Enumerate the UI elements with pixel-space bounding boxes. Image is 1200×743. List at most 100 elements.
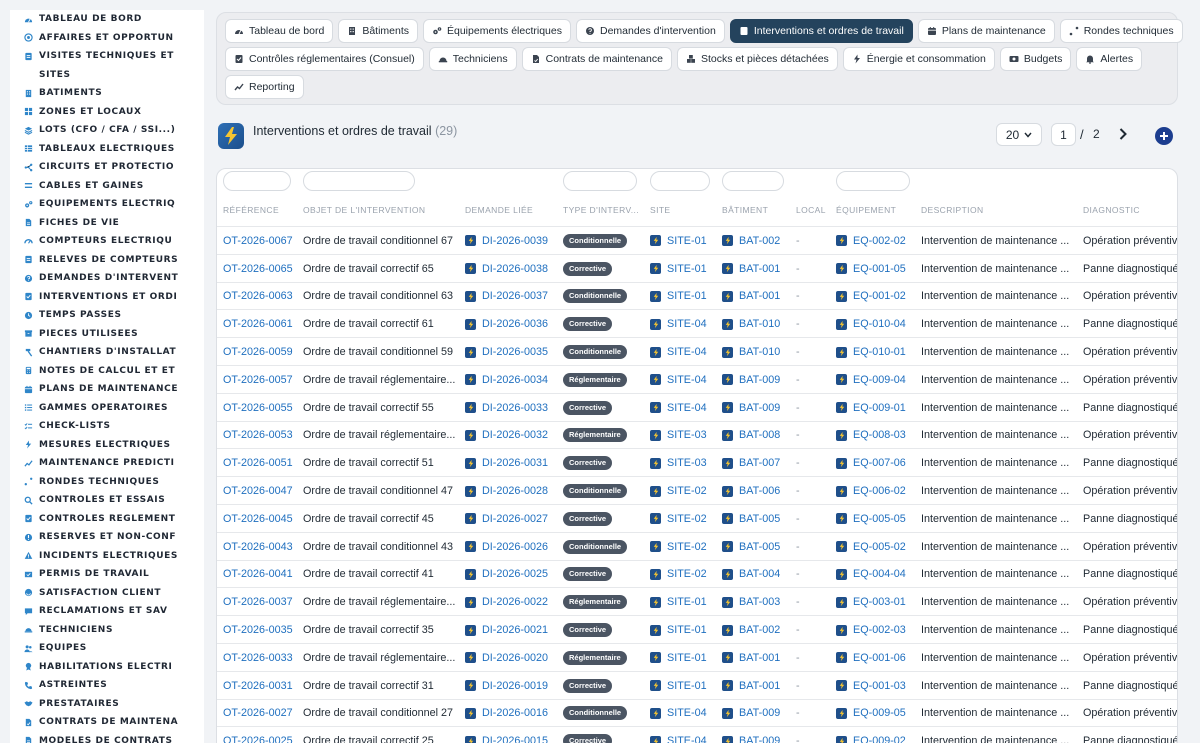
reference-link[interactable]: OT-2026-0061 xyxy=(223,318,293,330)
demande-link[interactable]: DI-2026-0034 xyxy=(482,374,548,386)
reference-link[interactable]: OT-2026-0027 xyxy=(223,707,293,719)
sidebar-item[interactable]: CIRCUITS ET PROTECTIO xyxy=(10,158,204,177)
site-link[interactable]: SITE-02 xyxy=(667,568,707,580)
sidebar-item[interactable]: PRESTATAIRES xyxy=(10,695,204,714)
sidebar-item[interactable]: DEMANDES D'INTERVENT xyxy=(10,269,204,288)
tab[interactable]: Contrôles réglementaires (Consuel) xyxy=(225,47,424,71)
tab[interactable]: Interventions et ordres de travail xyxy=(729,19,913,43)
sidebar-item[interactable]: FICHES DE VIE xyxy=(10,214,204,233)
reference-link[interactable]: OT-2026-0047 xyxy=(223,485,293,497)
table-row[interactable]: OT-2026-0025 Ordre de travail correctif 2… xyxy=(217,726,1177,743)
site-link[interactable]: SITE-03 xyxy=(667,457,707,469)
equipement-link[interactable]: EQ-009-02 xyxy=(853,735,906,743)
demande-link[interactable]: DI-2026-0027 xyxy=(482,513,548,525)
tab[interactable]: Budgets xyxy=(999,47,1072,71)
table-row[interactable]: OT-2026-0041 Ordre de travail correctif 4… xyxy=(217,559,1177,588)
sidebar-item[interactable]: TECHNICIENS xyxy=(10,621,204,640)
sidebar-item[interactable]: RÉCLAMATIONS ET SAV xyxy=(10,602,204,621)
batiment-link[interactable]: BAT-010 xyxy=(739,318,780,330)
reference-link[interactable]: OT-2026-0053 xyxy=(223,429,293,441)
equipement-link[interactable]: EQ-009-01 xyxy=(853,402,906,414)
add-intervention-button[interactable] xyxy=(1155,127,1173,145)
demande-link[interactable]: DI-2026-0036 xyxy=(482,318,548,330)
sidebar-item[interactable]: VISITES TECHNIQUES ET xyxy=(10,47,204,66)
column-header[interactable]: RÉFÉRENCE xyxy=(223,205,299,215)
column-header[interactable]: OBJET DE L'INTERVENTION xyxy=(303,205,461,215)
batiment-link[interactable]: BAT-004 xyxy=(739,568,780,580)
table-row[interactable]: OT-2026-0035 Ordre de travail correctif 3… xyxy=(217,615,1177,643)
batiment-link[interactable]: BAT-002 xyxy=(739,624,780,636)
demande-link[interactable]: DI-2026-0020 xyxy=(482,652,548,664)
reference-link[interactable]: OT-2026-0025 xyxy=(223,735,293,743)
demande-link[interactable]: DI-2026-0038 xyxy=(482,263,548,275)
table-row[interactable]: OT-2026-0065 Ordre de travail correctif 6… xyxy=(217,253,1177,282)
reference-link[interactable]: OT-2026-0063 xyxy=(223,290,293,302)
batiment-link[interactable]: BAT-001 xyxy=(739,263,780,275)
sidebar-item[interactable]: RELEVÉS DE COMPTEURS xyxy=(10,251,204,270)
batiment-link[interactable]: BAT-001 xyxy=(739,652,780,664)
site-link[interactable]: SITE-04 xyxy=(667,402,707,414)
site-link[interactable]: SITE-04 xyxy=(667,735,707,743)
tab[interactable]: Reporting xyxy=(225,75,304,99)
reference-link[interactable]: OT-2026-0057 xyxy=(223,374,293,386)
demande-link[interactable]: DI-2026-0031 xyxy=(482,457,548,469)
batiment-link[interactable]: BAT-006 xyxy=(739,485,780,497)
equipement-link[interactable]: EQ-005-02 xyxy=(853,541,906,553)
batiment-link[interactable]: BAT-008 xyxy=(739,429,780,441)
table-row[interactable]: OT-2026-0057 Ordre de travail réglementai… xyxy=(217,365,1177,393)
reference-link[interactable]: OT-2026-0043 xyxy=(223,541,293,553)
tab[interactable]: Équipements électriques xyxy=(423,19,571,43)
batiment-link[interactable]: BAT-005 xyxy=(739,513,780,525)
column-header[interactable]: TYPE D'INTERV... xyxy=(563,205,647,215)
equipement-link[interactable]: EQ-008-03 xyxy=(853,429,906,441)
reference-link[interactable]: OT-2026-0037 xyxy=(223,596,293,608)
sidebar-item[interactable]: ÉQUIPES xyxy=(10,639,204,658)
batiment-link[interactable]: BAT-002 xyxy=(739,235,780,247)
sidebar-item[interactable]: NOTES DE CALCUL ET ÉT xyxy=(10,362,204,381)
site-link[interactable]: SITE-04 xyxy=(667,346,707,358)
column-header[interactable]: BÂTIMENT xyxy=(722,205,794,215)
tab[interactable]: Rondes techniques xyxy=(1059,19,1183,43)
column-header[interactable]: ÉQUIPEMENT xyxy=(836,205,918,215)
tab[interactable]: Alertes xyxy=(1076,47,1143,71)
equipement-link[interactable]: EQ-002-03 xyxy=(853,624,906,636)
next-page-button[interactable] xyxy=(1116,126,1130,142)
demande-link[interactable]: DI-2026-0019 xyxy=(482,680,548,692)
sidebar-item[interactable]: BÂTIMENTS xyxy=(10,84,204,103)
column-header[interactable]: SITE xyxy=(650,205,720,215)
site-link[interactable]: SITE-03 xyxy=(667,429,707,441)
equipement-link[interactable]: EQ-006-02 xyxy=(853,485,906,497)
sidebar-item[interactable]: CÂBLES ET GAINES xyxy=(10,177,204,196)
demande-link[interactable]: DI-2026-0033 xyxy=(482,402,548,414)
demande-link[interactable]: DI-2026-0022 xyxy=(482,596,548,608)
reference-link[interactable]: OT-2026-0033 xyxy=(223,652,293,664)
sidebar-item[interactable]: TABLEAU DE BORD xyxy=(10,10,204,29)
sidebar-item[interactable]: ASTREINTES xyxy=(10,676,204,695)
tab[interactable]: Contrats de maintenance xyxy=(521,47,672,71)
tab[interactable]: Demandes d'intervention xyxy=(575,19,725,43)
reference-link[interactable]: OT-2026-0055 xyxy=(223,402,293,414)
table-row[interactable]: OT-2026-0033 Ordre de travail réglementai… xyxy=(217,643,1177,671)
column-header[interactable]: LOCAL xyxy=(796,205,834,215)
site-link[interactable]: SITE-01 xyxy=(667,624,707,636)
demande-link[interactable]: DI-2026-0015 xyxy=(482,735,548,743)
sidebar-item[interactable]: TABLEAUX ÉLECTRIQUES xyxy=(10,140,204,159)
table-row[interactable]: OT-2026-0037 Ordre de travail réglementai… xyxy=(217,587,1177,615)
batiment-link[interactable]: BAT-009 xyxy=(739,374,780,386)
sidebar-item[interactable]: CHECK-LISTS xyxy=(10,417,204,436)
equipement-link[interactable]: EQ-010-01 xyxy=(853,346,906,358)
sidebar-item[interactable]: RÉSERVES ET NON-CONF xyxy=(10,528,204,547)
site-link[interactable]: SITE-02 xyxy=(667,541,707,553)
batiment-link[interactable]: BAT-001 xyxy=(739,680,780,692)
demande-link[interactable]: DI-2026-0016 xyxy=(482,707,548,719)
sidebar-item[interactable]: MAINTENANCE PRÉDICTI xyxy=(10,454,204,473)
sidebar-item[interactable]: CHANTIERS D'INSTALLAT xyxy=(10,343,204,362)
batiment-link[interactable]: BAT-005 xyxy=(739,541,780,553)
sidebar-item[interactable]: PLANS DE MAINTENANCE xyxy=(10,380,204,399)
reference-link[interactable]: OT-2026-0067 xyxy=(223,235,293,247)
reference-link[interactable]: OT-2026-0031 xyxy=(223,680,293,692)
sidebar-item[interactable]: TEMPS PASSÉS xyxy=(10,306,204,325)
equipement-link[interactable]: EQ-005-05 xyxy=(853,513,906,525)
equipement-link[interactable]: EQ-001-03 xyxy=(853,680,906,692)
equipement-link[interactable]: EQ-009-04 xyxy=(853,374,906,386)
